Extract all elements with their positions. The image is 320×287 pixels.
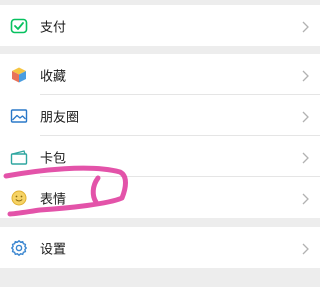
menu-item-cards[interactable]: 卡包 <box>0 136 320 177</box>
gear-icon <box>10 239 28 257</box>
card-wallet-icon <box>10 148 28 166</box>
settings-group: 设置 <box>0 227 320 268</box>
menu-item-settings[interactable]: 设置 <box>0 227 320 268</box>
menu-item-pay-label: 支付 <box>40 19 67 34</box>
menu-item-cards-label: 卡包 <box>40 150 67 165</box>
menu-item-stickers[interactable]: 表情 <box>0 177 320 218</box>
chevron-right-icon <box>302 192 309 204</box>
chevron-right-icon <box>302 151 309 163</box>
chevron-right-icon <box>302 242 309 254</box>
menu-item-settings-label: 设置 <box>40 241 67 256</box>
menu-item-moments-label: 朋友圈 <box>40 109 80 124</box>
menu-item-favorites[interactable]: 收藏 <box>0 54 320 95</box>
favorites-cube-icon <box>10 66 28 84</box>
menu-item-stickers-label: 表情 <box>40 191 67 206</box>
menu-item-moments[interactable]: 朋友圈 <box>0 95 320 136</box>
menu-item-pay[interactable]: 支付 <box>0 5 320 46</box>
chevron-right-icon <box>302 110 309 122</box>
moments-photo-icon <box>10 107 28 125</box>
pay-icon <box>10 17 28 35</box>
menu-item-favorites-label: 收藏 <box>40 68 67 83</box>
chevron-right-icon <box>302 69 309 81</box>
services-group: 收藏 朋友圈 卡包 表情 <box>0 54 320 218</box>
pay-group: 支付 <box>0 5 320 46</box>
sticker-smiley-icon <box>10 189 28 207</box>
chevron-right-icon <box>302 20 309 32</box>
